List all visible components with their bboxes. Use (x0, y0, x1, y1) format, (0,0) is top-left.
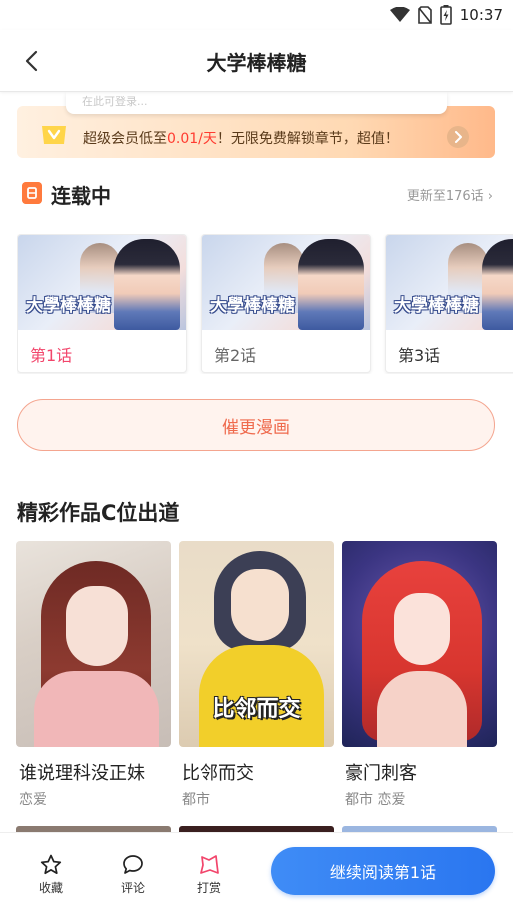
work-title: 比邻而交 (182, 763, 254, 784)
nav-header: 大学棒棒糖 (0, 30, 513, 92)
tab-comment-label: 评论 (120, 881, 145, 895)
vip-promo-text: 超级会员低至0.01/天！无限免费解锁章节，超值！ (83, 128, 399, 148)
episode-cover-logo: 大學棒棒糖 (26, 296, 111, 316)
login-tip-text: 在此可登录... (82, 95, 148, 108)
episode-label: 第1话 (30, 346, 73, 365)
work-tags: 都市 恋爱 (345, 792, 406, 808)
status-icons: 10:37 (389, 5, 503, 25)
status-time: 10:37 (459, 6, 503, 24)
episode-label: 第2话 (214, 346, 257, 365)
cover-figure-front (298, 239, 364, 330)
vip-badge-icon (42, 126, 66, 144)
star-icon (40, 854, 62, 875)
cover-figure-front (482, 239, 513, 330)
serial-section-header: 连载中 更新至176话 › (0, 178, 513, 210)
vip-promo-suffix: ！无限免费解锁章节，超值！ (216, 131, 399, 147)
tab-reward[interactable]: 打赏 (184, 853, 234, 896)
work-cover: 比邻而交 (179, 541, 334, 747)
tab-reward-label: 打赏 (196, 881, 221, 895)
update-status-link[interactable]: 更新至176话 › (407, 185, 493, 204)
work-tags: 都市 (182, 792, 210, 808)
reward-icon (200, 855, 219, 874)
tab-favorite-label: 收藏 (38, 881, 63, 895)
episode-card[interactable]: 大學棒棒糖 第2话 (201, 234, 371, 373)
battery-charging-icon (439, 5, 452, 25)
login-tip-box[interactable]: 在此可登录... (66, 92, 447, 114)
cover-figure-front (114, 239, 180, 330)
episode-cover: 大學棒棒糖 (202, 235, 370, 330)
episode-cover: 大學棒棒糖 (386, 235, 513, 330)
cover-face (231, 569, 289, 641)
cover-body (377, 671, 467, 747)
urge-update-label: 催更漫画 (222, 417, 290, 438)
work-cover (342, 541, 497, 747)
recommend-section-title: 精彩作品C位出道 (17, 501, 180, 525)
continue-reading-label: 继续阅读第1话 (329, 863, 437, 882)
episode-list[interactable]: 大學棒棒糖 第1话 大學棒棒糖 第2话 大學棒棒糖 第3话 (17, 234, 513, 374)
cover-body (34, 671, 159, 747)
work-tags: 恋爱 (19, 792, 47, 808)
episode-cover: 大學棒棒糖 (18, 235, 186, 330)
serial-section-title: 连载中 (51, 184, 111, 208)
episode-card[interactable]: 大學棒棒糖 第1话 (17, 234, 187, 373)
recommend-works-grid: 谁说理科没正妹 恋爱 比邻而交 比邻而交 都市 豪门刺客 都市 恋爱 (16, 541, 498, 811)
no-sim-icon (417, 6, 432, 24)
episode-cover-logo: 大學棒棒糖 (394, 296, 479, 316)
tab-comment[interactable]: 评论 (108, 853, 158, 896)
vip-arrow-button[interactable] (447, 126, 469, 148)
cover-face (394, 593, 450, 665)
work-cover-logo: 比邻而交 (212, 697, 301, 722)
work-title: 豪门刺客 (345, 763, 417, 784)
status-bar: 10:37 (0, 0, 513, 30)
episode-card[interactable]: 大學棒棒糖 第3话 (385, 234, 513, 373)
comment-bubble-icon (123, 855, 143, 874)
wifi-icon (389, 7, 410, 22)
cover-face (66, 586, 128, 666)
episode-label: 第3话 (398, 346, 441, 365)
update-status-text: 更新至176话 (406, 189, 484, 204)
episode-cover-logo: 大學棒棒糖 (210, 296, 295, 316)
serial-book-icon (22, 182, 42, 204)
work-cover (16, 541, 171, 747)
vip-promo-price: 0.01/天 (167, 131, 217, 147)
chevron-right-small-icon: › (487, 189, 493, 204)
tab-favorite[interactable]: 收藏 (26, 853, 76, 896)
continue-reading-button[interactable]: 继续阅读第1话 (271, 847, 495, 895)
page-title: 大学棒棒糖 (206, 51, 307, 75)
chevron-right-icon (455, 131, 462, 143)
work-title: 谁说理科没正妹 (19, 763, 145, 784)
vip-promo-prefix: 超级会员低至 (83, 131, 167, 147)
urge-update-button[interactable]: 催更漫画 (17, 399, 495, 451)
bottom-action-bar: 收藏 评论 打赏 继续阅读第1话 (0, 832, 513, 912)
